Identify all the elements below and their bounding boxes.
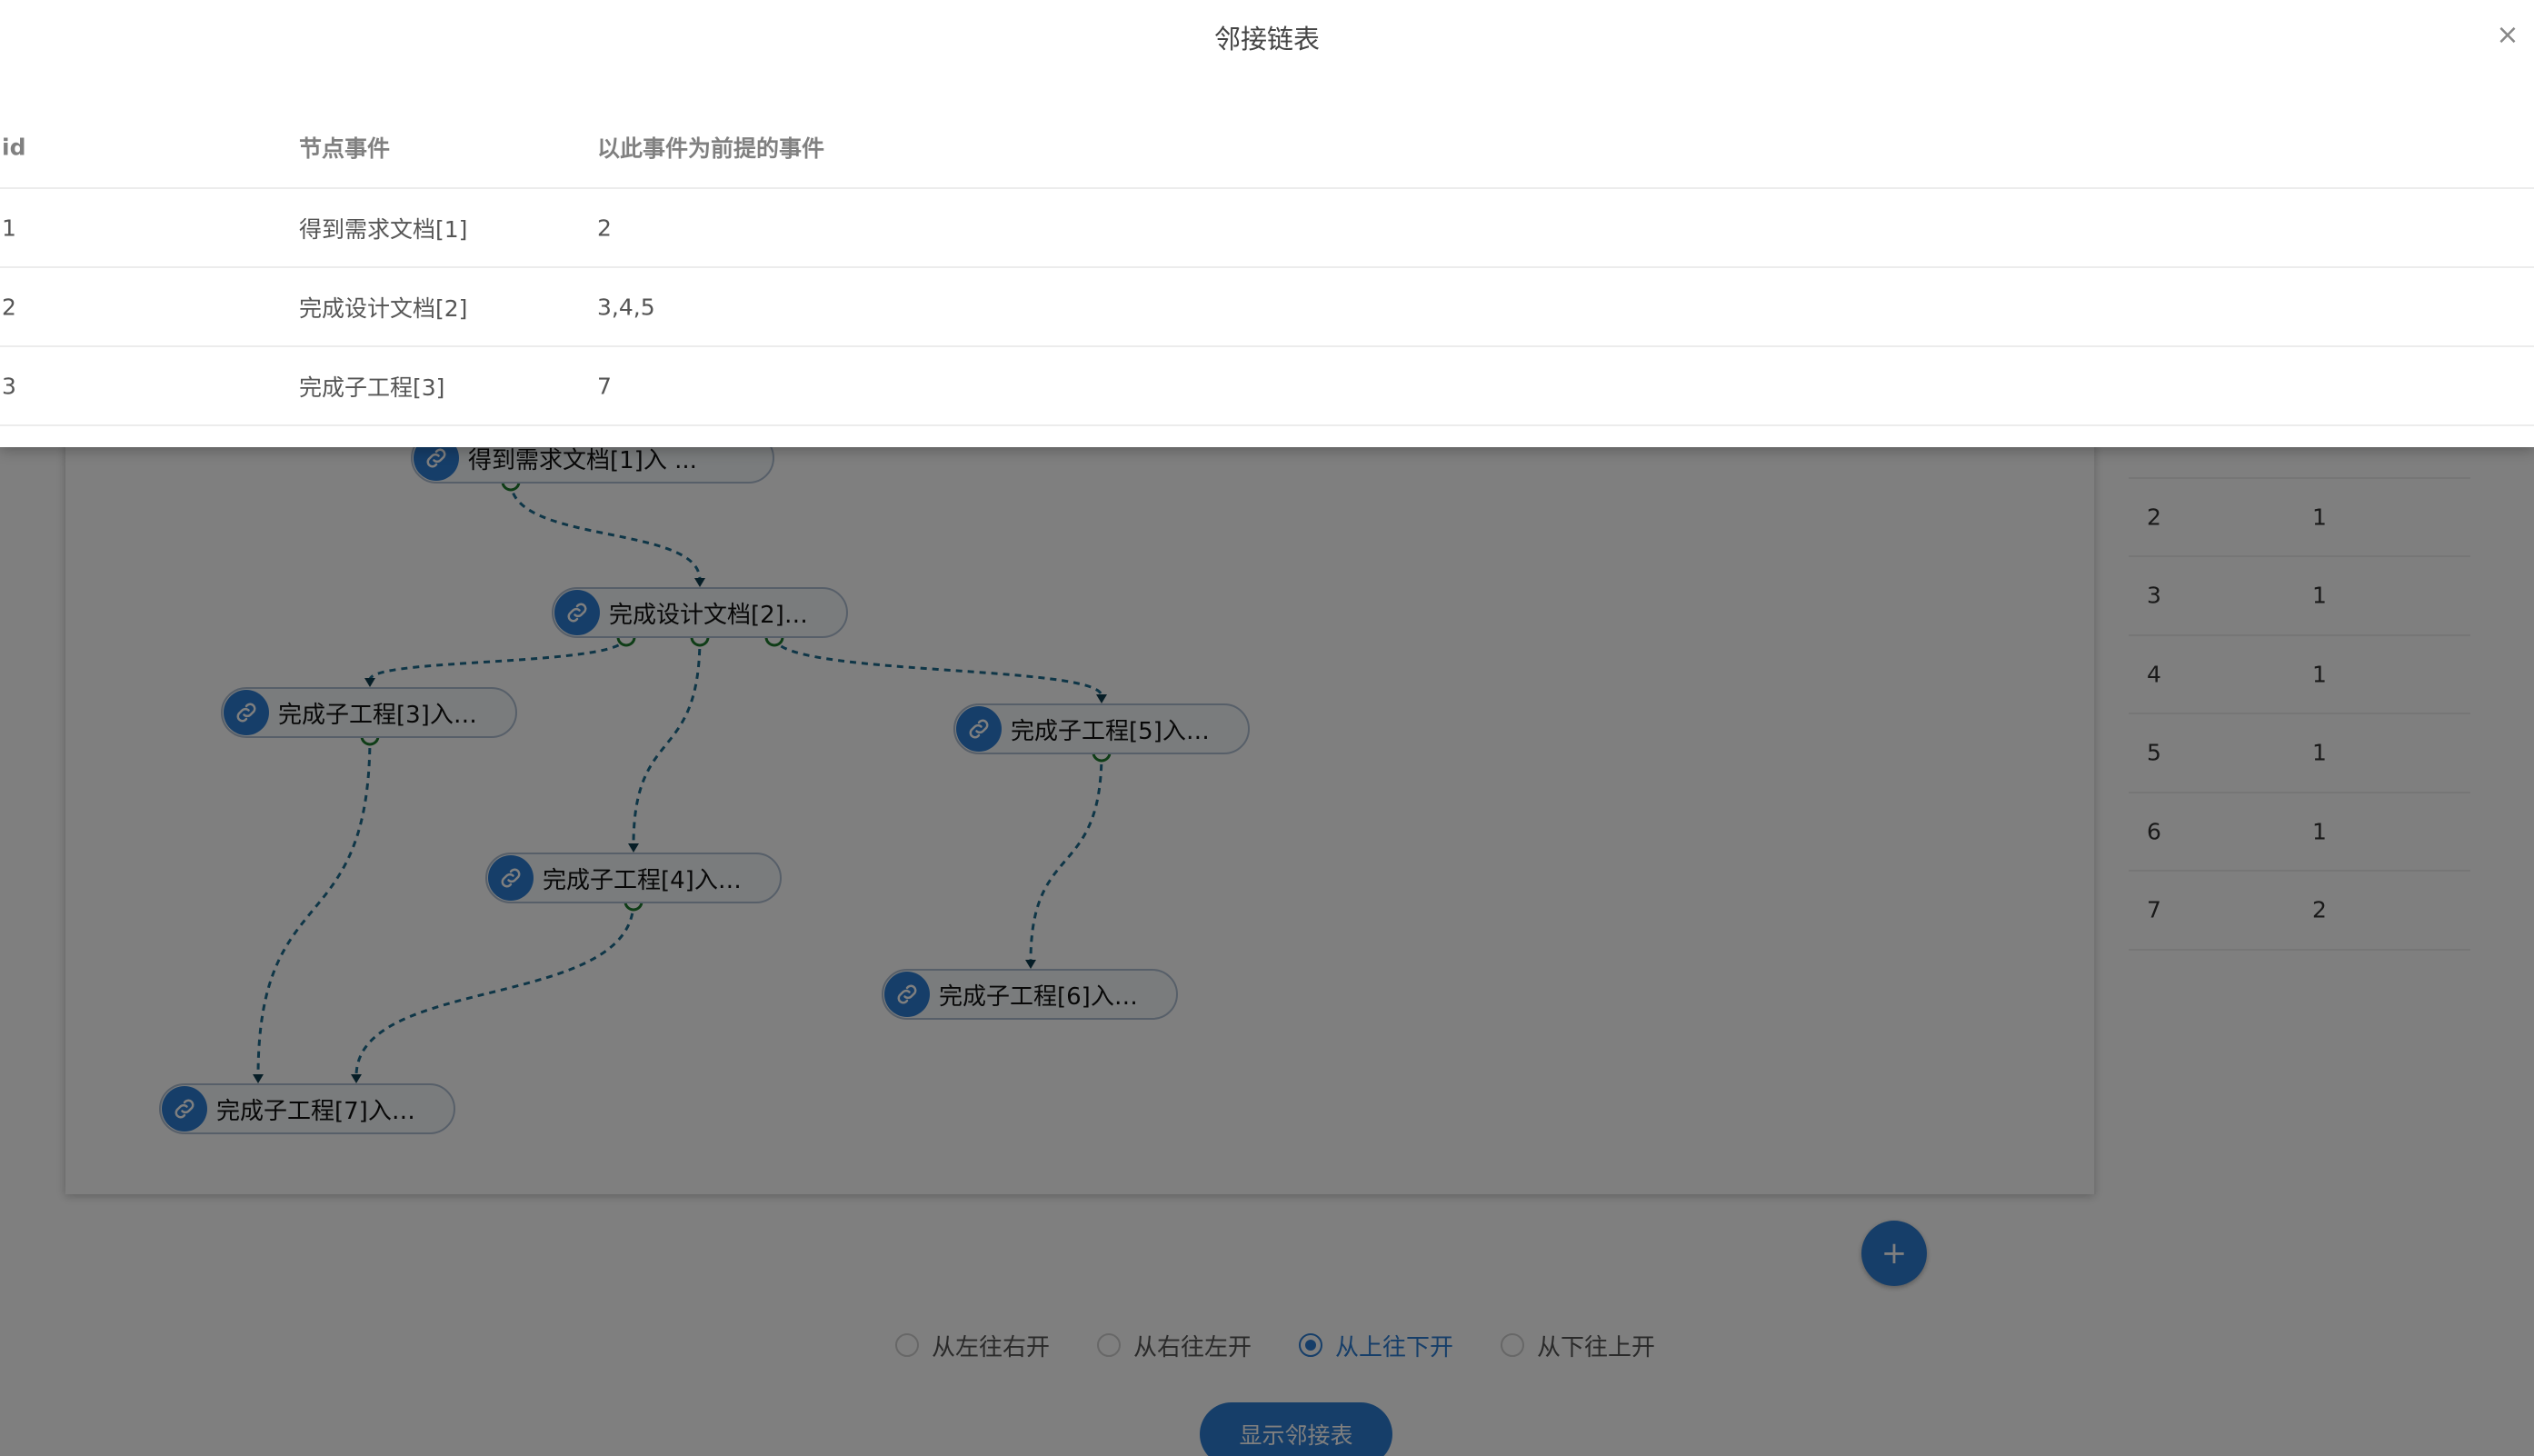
cell-successors: 7	[597, 373, 612, 399]
table-row: 1 得到需求文档[1] 2	[0, 189, 2534, 268]
adjacency-table: id 节点事件 以此事件为前提的事件 1 得到需求文档[1] 2 2 完成设计文…	[0, 107, 2534, 426]
cell-id: 3	[2, 373, 16, 399]
close-icon[interactable]: ×	[2494, 22, 2521, 49]
header-node-event: 节点事件	[299, 135, 391, 162]
cell-successors: 2	[597, 214, 612, 241]
cell-successors: 3,4,5	[597, 294, 655, 320]
adjacency-list-drawer: 邻接链表 × id 节点事件 以此事件为前提的事件 1 得到需求文档[1] 2 …	[0, 0, 2534, 447]
table-header: id 节点事件 以此事件为前提的事件	[0, 107, 2534, 189]
drawer-title: 邻接链表	[1213, 24, 1320, 55]
cell-node-event: 完成设计文档[2]	[299, 294, 468, 322]
cell-id: 1	[2, 214, 16, 241]
header-successor-events: 以此事件为前提的事件	[597, 135, 825, 162]
cell-node-event: 完成子工程[3]	[299, 374, 445, 401]
table-row: 3 完成子工程[3] 7	[0, 347, 2534, 426]
table-row: 2 完成设计文档[2] 3,4,5	[0, 268, 2534, 347]
header-id: id	[2, 134, 26, 161]
cell-id: 2	[2, 294, 16, 320]
cell-node-event: 得到需求文档[1]	[299, 215, 468, 243]
